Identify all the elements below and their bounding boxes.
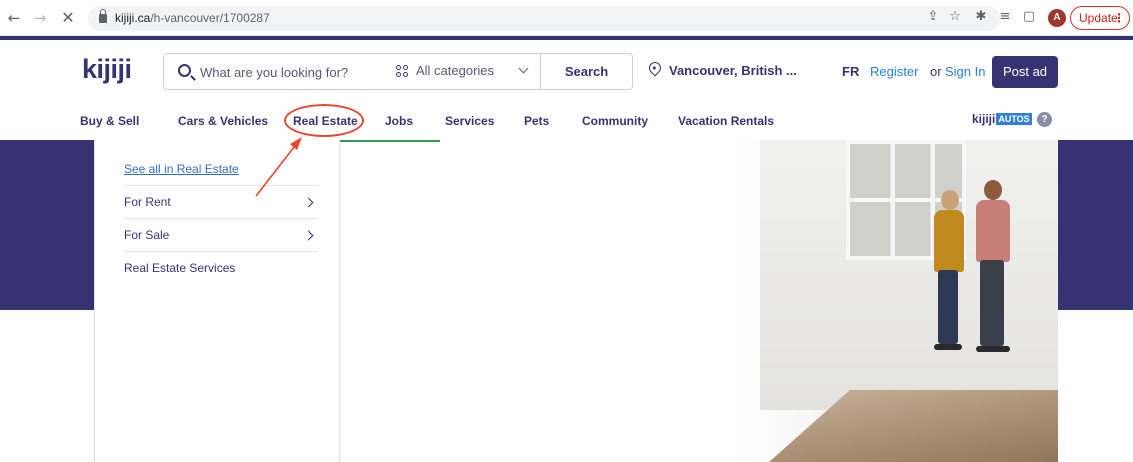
lock-icon	[99, 9, 107, 23]
hero-photo	[340, 140, 1058, 462]
post-ad-button[interactable]: Post ad	[992, 56, 1058, 88]
url-host: kijiji.ca	[115, 11, 151, 25]
autos-badge: AUTOS	[996, 113, 1032, 125]
dropdown-for-sale[interactable]: For Sale	[124, 219, 318, 252]
update-button[interactable]: Update ⋮	[1070, 6, 1130, 30]
search-input[interactable]	[200, 60, 380, 84]
language-toggle[interactable]: FR	[842, 64, 859, 79]
see-all-link: See all in Real Estate	[124, 162, 239, 176]
kijiji-autos-logo[interactable]: kijiji AUTOS	[972, 112, 1032, 126]
update-label: Update	[1079, 11, 1118, 25]
location-label: Vancouver, British ...	[669, 63, 797, 78]
photo-person-woman	[930, 190, 970, 350]
url-text: kijiji.ca/h-vancouver/1700287	[115, 11, 270, 25]
address-bar[interactable]: kijiji.ca/h-vancouver/1700287	[88, 6, 1000, 31]
dropdown-item-label: For Rent	[124, 195, 171, 209]
sign-in-link[interactable]: Sign In	[945, 64, 985, 79]
nav-pets[interactable]: Pets	[524, 114, 549, 128]
categories-label: All categories	[416, 63, 495, 78]
nav-buy-sell[interactable]: Buy & Sell	[80, 114, 139, 128]
register-link[interactable]: Register	[870, 64, 918, 79]
search-icon	[178, 64, 191, 77]
annotation-ellipse	[284, 104, 364, 137]
search-button[interactable]: Search	[541, 53, 633, 90]
photo-person-man	[970, 180, 1016, 355]
categories-select[interactable]: All categories	[386, 54, 540, 89]
back-arrow-icon[interactable]: ←	[4, 8, 24, 28]
nav-jobs[interactable]: Jobs	[385, 114, 413, 128]
location-pin-icon	[646, 59, 664, 77]
menu-dots-icon: ⋮	[1113, 11, 1125, 25]
help-icon[interactable]: ?	[1037, 112, 1052, 127]
reading-list-icon[interactable]: ≡	[996, 8, 1014, 26]
header-accent-line	[0, 36, 1133, 40]
chevron-down-icon	[518, 63, 529, 74]
location-selector[interactable]: Vancouver, British ...	[644, 59, 814, 82]
star-icon[interactable]: ☆	[946, 8, 964, 26]
search-bar: All categories	[163, 53, 541, 90]
dropdown-item-label: For Sale	[124, 228, 170, 242]
autos-prefix: kijiji	[972, 112, 996, 126]
forward-arrow-icon[interactable]: →	[30, 8, 50, 28]
share-icon[interactable]: ⇪	[924, 8, 942, 26]
chevron-right-icon	[303, 230, 314, 241]
nav-active-underline	[340, 140, 440, 142]
browser-toolbar: ← → ✕ kijiji.ca/h-vancouver/1700287 ⇪ ☆ …	[0, 0, 1133, 36]
annotation-arrow-icon	[255, 137, 302, 197]
kijiji-logo[interactable]: kijiji	[82, 54, 132, 85]
dropdown-item-label: Real Estate Services	[124, 261, 236, 275]
nav-vacation-rentals[interactable]: Vacation Rentals	[678, 114, 774, 128]
nav-cars-vehicles[interactable]: Cars & Vehicles	[178, 114, 268, 128]
split-view-icon[interactable]: ▢	[1020, 8, 1038, 26]
stop-icon[interactable]: ✕	[58, 8, 78, 28]
extensions-icon[interactable]: ✱	[972, 8, 990, 26]
profile-avatar[interactable]: A	[1048, 9, 1066, 27]
dropdown-real-estate-services[interactable]: Real Estate Services	[124, 252, 318, 285]
categories-grid-icon	[396, 65, 408, 77]
or-text: or	[930, 64, 942, 79]
nav-community[interactable]: Community	[582, 114, 648, 128]
nav-services[interactable]: Services	[445, 114, 494, 128]
url-path: /h-vancouver/1700287	[150, 11, 270, 25]
